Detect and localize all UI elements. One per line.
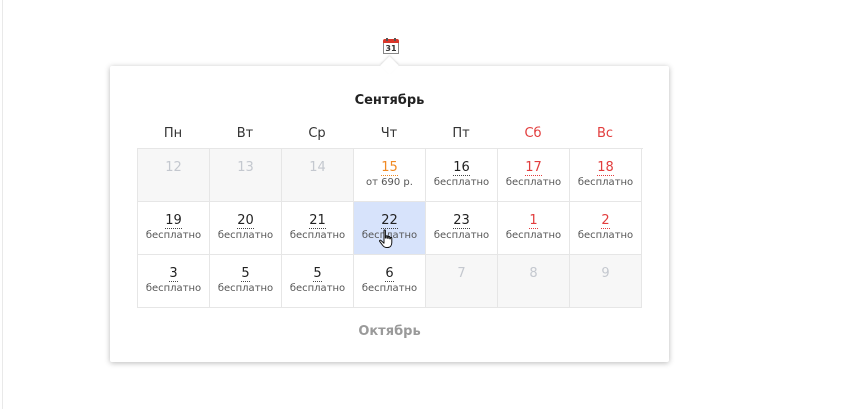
calendar-day-cell[interactable]: 1 бесплатно bbox=[498, 202, 570, 255]
day-number: 9 bbox=[601, 266, 610, 281]
day-price: бесплатно bbox=[145, 283, 202, 294]
calendar-day-cell[interactable]: 5 бесплатно bbox=[282, 255, 354, 308]
day-number: 17 bbox=[525, 160, 542, 176]
month-title: Сентябрь bbox=[354, 93, 425, 108]
weekday-thu: Чт bbox=[380, 126, 398, 141]
day-number: 5 bbox=[313, 266, 322, 282]
popup-arrow bbox=[380, 56, 399, 75]
calendar-icon[interactable]: 31 bbox=[383, 38, 399, 54]
day-number: 12 bbox=[165, 160, 182, 175]
calendar-day-cell: 13 bbox=[210, 149, 282, 202]
day-number: 15 bbox=[381, 160, 398, 176]
day-number: 8 bbox=[529, 266, 538, 281]
day-price: бесплатно bbox=[505, 177, 562, 188]
day-number: 13 bbox=[237, 160, 254, 175]
day-number: 3 bbox=[169, 266, 178, 282]
day-number: 7 bbox=[457, 266, 466, 281]
hand-cursor-icon bbox=[379, 229, 393, 248]
weekday-mon: Пн bbox=[163, 126, 183, 141]
weekday-header: Пн Вт Ср Чт Пт Сб Вс bbox=[137, 126, 642, 142]
page-left-border bbox=[2, 0, 3, 409]
day-price: от 690 р. bbox=[366, 177, 413, 188]
day-price: бесплатно bbox=[433, 177, 490, 188]
calendar-day-cell[interactable]: 2 бесплатно bbox=[570, 202, 642, 255]
date-picker-popup: Сентябрь Пн Вт Ср Чт Пт Сб Вс 12 13 14 15 от… bbox=[110, 56, 669, 362]
day-price: бесплатно bbox=[217, 283, 274, 294]
weekday-wed: Ср bbox=[308, 126, 326, 141]
calendar-day-cell[interactable]: 17 бесплатно bbox=[498, 149, 570, 202]
day-number: 22 bbox=[381, 213, 398, 229]
day-number: 1 bbox=[529, 213, 538, 229]
day-number: 16 bbox=[453, 160, 470, 176]
day-price: бесплатно bbox=[289, 230, 346, 241]
calendar-day-cell[interactable]: 18 бесплатно bbox=[570, 149, 642, 202]
calendar-day-cell[interactable]: 21 бесплатно bbox=[282, 202, 354, 255]
calendar-day-cell[interactable]: 20 бесплатно bbox=[210, 202, 282, 255]
calendar-grid: 12 13 14 15 от 690 р. 16 бесплатно 17 бесплатно 1… bbox=[137, 148, 643, 308]
day-number: 19 bbox=[165, 213, 182, 229]
day-price: бесплатно bbox=[145, 230, 202, 241]
day-price: бесплатно bbox=[505, 230, 562, 241]
weekday-sat: Сб bbox=[524, 126, 542, 141]
day-number: 20 bbox=[237, 213, 254, 229]
calendar-icon-day: 31 bbox=[385, 44, 397, 53]
calendar-day-cell: 9 bbox=[570, 255, 642, 308]
calendar-day-cell[interactable]: 16 бесплатно bbox=[426, 149, 498, 202]
calendar-day-cell[interactable]: 19 бесплатно bbox=[138, 202, 210, 255]
day-price: бесплатно bbox=[433, 230, 490, 241]
calendar-day-cell[interactable]: 15 от 690 р. bbox=[354, 149, 426, 202]
day-price: бесплатно bbox=[289, 283, 346, 294]
calendar-day-cell[interactable]: 5 бесплатно bbox=[210, 255, 282, 308]
calendar-day-cell: 14 bbox=[282, 149, 354, 202]
day-number: 5 bbox=[241, 266, 250, 282]
day-number: 2 bbox=[601, 213, 610, 229]
calendar-day-cell: 8 bbox=[498, 255, 570, 308]
weekday-fri: Пт bbox=[452, 126, 470, 141]
calendar-day-cell[interactable]: 3 бесплатно bbox=[138, 255, 210, 308]
day-number: 6 bbox=[385, 266, 394, 282]
next-month-link[interactable]: Октябрь bbox=[110, 324, 669, 339]
calendar-day-cell[interactable]: 23 бесплатно bbox=[426, 202, 498, 255]
day-price: бесплатно bbox=[577, 177, 634, 188]
day-number: 21 bbox=[309, 213, 326, 229]
calendar-day-cell: 7 bbox=[426, 255, 498, 308]
calendar-day-cell: 12 bbox=[138, 149, 210, 202]
calendar-day-cell[interactable]: 6 бесплатно bbox=[354, 255, 426, 308]
day-number: 14 bbox=[309, 160, 326, 175]
day-price: бесплатно bbox=[217, 230, 274, 241]
weekday-sun: Вс bbox=[596, 126, 614, 141]
day-number: 23 bbox=[453, 213, 470, 229]
day-price: бесплатно bbox=[361, 283, 418, 294]
weekday-tue: Вт bbox=[236, 126, 254, 141]
day-price: бесплатно bbox=[577, 230, 634, 241]
day-number: 18 bbox=[597, 160, 614, 176]
